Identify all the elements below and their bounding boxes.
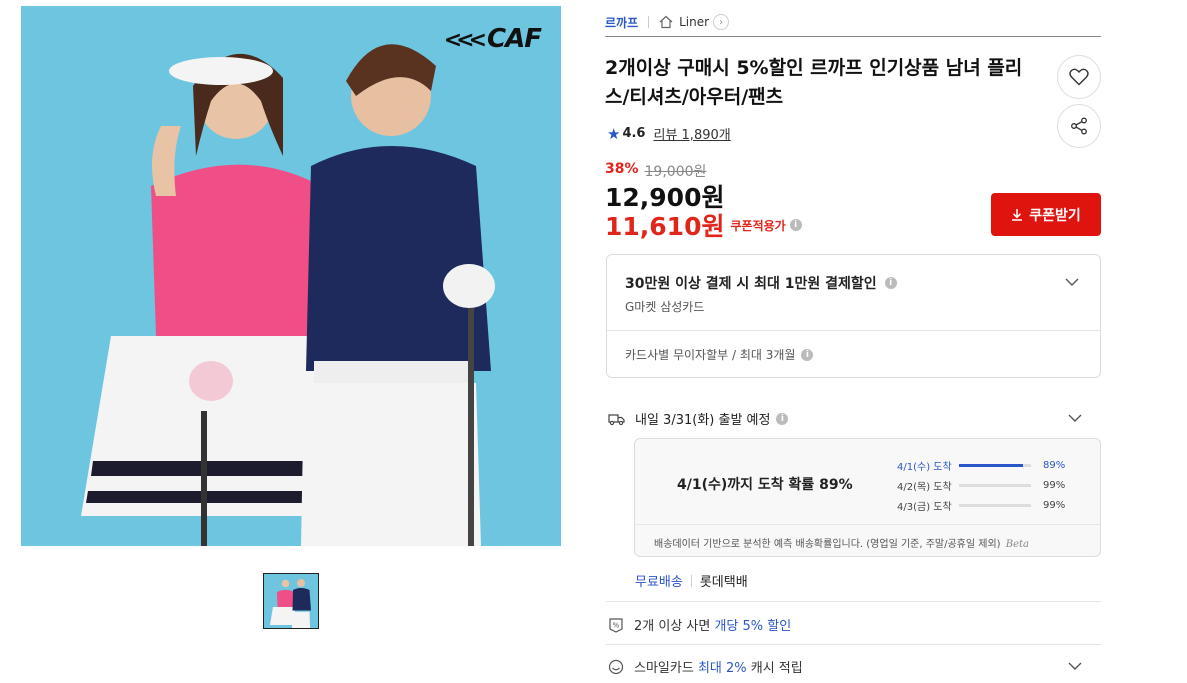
beta-label: Beta: [1005, 539, 1029, 550]
star-icon: ★: [607, 124, 621, 143]
coupon-tag: 쿠폰적용가: [730, 218, 786, 233]
smile-card-row: 스마일카드 최대 2% 캐시 적립: [608, 657, 803, 676]
dispatch-text: 내일 3/31(화) 출발 예정: [635, 413, 771, 428]
prediction-note: 배송데이터 기반으로 분석한 예측 배송확률입니다. (영업일 기준, 주말/공…: [654, 535, 1029, 550]
share-button[interactable]: [1057, 104, 1101, 148]
product-thumbnail[interactable]: [263, 573, 319, 629]
prediction-pct: 99%: [1043, 499, 1066, 511]
smile-prefix: 스마일카드: [634, 661, 698, 676]
divider: [690, 574, 692, 587]
logo-text: CAF: [487, 24, 542, 54]
divider: [635, 524, 1100, 525]
installment-info: 카드사별 무이자할부 / 최대 3개월 i: [625, 346, 814, 363]
breadcrumb: 르까프 Liner ›: [605, 8, 1101, 37]
product-photo: [21, 6, 561, 546]
breadcrumb-divider: [648, 16, 650, 28]
smile-suffix: 캐시 적립: [746, 661, 803, 676]
multi-buy-prefix: 2개 이상 사면: [634, 619, 715, 634]
shipping-method-row: 무료배송 롯데택배: [635, 571, 748, 590]
info-icon[interactable]: i: [789, 219, 802, 231]
svg-text:%: %: [613, 621, 620, 629]
product-title: 2개이상 구매시 5%할인 르까프 인기상품 남녀 플리스/티셔츠/아우터/팬츠: [605, 57, 1023, 108]
download-icon: [1012, 209, 1023, 221]
rating-row: ★ 4.6 리뷰 1,890개: [607, 124, 731, 144]
prediction-bars: 4/1(수) 도착 89% 4/2(목) 도착 99% 4/3(금) 도착 99…: [897, 455, 1077, 515]
chevron-down-icon[interactable]: [1068, 411, 1082, 425]
prediction-track: [959, 503, 1031, 507]
coupon-button[interactable]: 쿠폰받기: [991, 193, 1101, 236]
prediction-fill: [959, 463, 1024, 467]
prediction-label: 4/1(수) 도착: [897, 461, 952, 473]
heart-icon: [1069, 68, 1089, 86]
prediction-track: [959, 483, 1031, 487]
category-link[interactable]: Liner: [679, 15, 709, 29]
coupon-button-label: 쿠폰받기: [1029, 207, 1081, 224]
free-shipping-label: 무료배송: [635, 575, 683, 590]
shipping-dispatch-row: 내일 3/31(화) 출발 예정 i: [608, 409, 789, 428]
divider: [606, 644, 1101, 645]
installment-text: 카드사별 무이자할부 / 최대 3개월: [625, 348, 796, 362]
prediction-label: 4/2(목) 도착: [897, 481, 952, 493]
prediction-label: 4/3(금) 도착: [897, 501, 952, 513]
info-icon[interactable]: i: [801, 348, 814, 361]
card-name: G마켓 삼성카드: [625, 300, 705, 314]
prediction-headline: 4/1(수)까지 도착 확률 89%: [677, 477, 853, 493]
product-main-image: <<< CAF: [21, 6, 561, 546]
chevron-right-icon[interactable]: ›: [713, 14, 730, 30]
info-icon[interactable]: i: [776, 412, 789, 425]
prediction-row: 4/1(수) 도착 89%: [897, 455, 1077, 475]
like-button[interactable]: [1057, 55, 1101, 99]
card-benefit-box: 30만원 이상 결제 시 최대 1만원 결제할인 i G마켓 삼성카드 카드사별…: [606, 254, 1101, 378]
thumbnail-photo: [264, 574, 318, 628]
info-icon[interactable]: i: [884, 277, 897, 289]
chevron-down-icon[interactable]: [1065, 275, 1079, 289]
multi-buy-discount-row: % 2개 이상 사면 개당 5% 할인: [608, 615, 791, 634]
prediction-row: 4/2(목) 도착 99%: [897, 475, 1077, 495]
card-benefit-text: 30만원 이상 결제 시 최대 1만원 결제할인: [625, 276, 877, 292]
prediction-row: 4/3(금) 도착 99%: [897, 495, 1077, 515]
delivery-prediction-box: 4/1(수)까지 도착 확률 89% 4/1(수) 도착 89% 4/2(목) …: [634, 438, 1101, 557]
card-benefit-headline: 30만원 이상 결제 시 최대 1만원 결제할인 i: [625, 273, 897, 293]
home-icon: [659, 15, 673, 29]
prediction-note-text: 배송데이터 기반으로 분석한 예측 배송확률입니다. (영업일 기준, 주말/공…: [654, 539, 1001, 550]
chevron-down-icon[interactable]: [1068, 659, 1082, 673]
smile-highlight: 최대 2%: [697, 661, 747, 676]
logo-chevrons: <<<: [443, 28, 487, 53]
prediction-pct: 99%: [1043, 479, 1066, 491]
smile-icon: [608, 659, 624, 674]
discount-icon: %: [609, 617, 623, 633]
divider: [607, 330, 1100, 331]
divider: [606, 601, 1101, 602]
review-link[interactable]: 리뷰 1,890개: [653, 124, 730, 143]
share-icon: [1071, 117, 1087, 135]
carrier-label: 롯데택배: [699, 575, 748, 590]
rating-score: 4.6: [622, 126, 646, 141]
multi-buy-highlight: 개당 5% 할인: [714, 619, 792, 634]
truck-icon: [608, 413, 625, 425]
coupon-price-row: 11,610원 쿠폰적용가 i: [605, 207, 802, 243]
brand-logo: <<< CAF: [443, 24, 542, 54]
prediction-pct: 89%: [1043, 459, 1066, 471]
coupon-price: 11,610원: [605, 212, 725, 241]
prediction-track: [959, 463, 1031, 467]
shop-link[interactable]: 르까프: [605, 14, 638, 31]
